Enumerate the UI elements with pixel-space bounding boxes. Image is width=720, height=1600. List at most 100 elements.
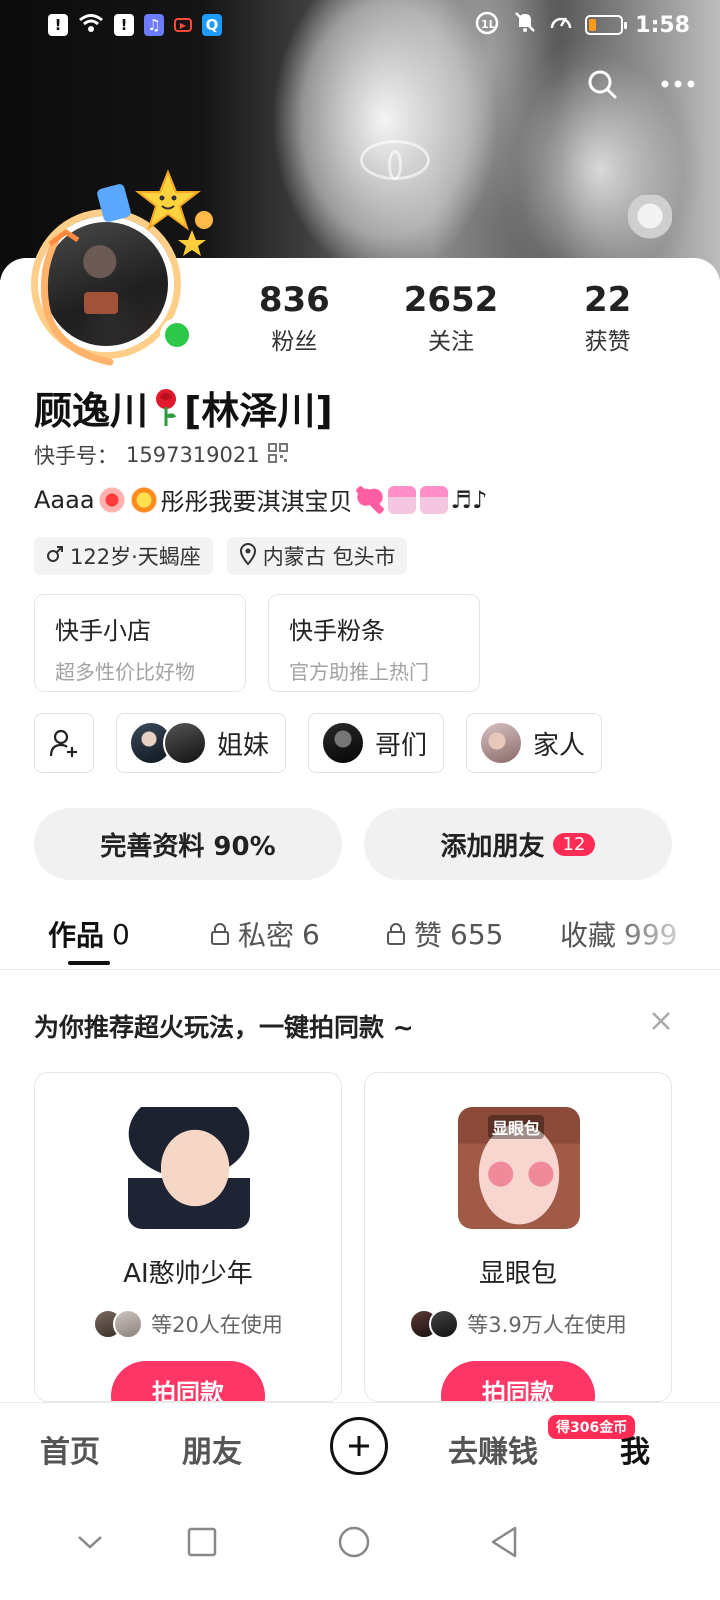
group-label: 姐妹 <box>217 730 270 761</box>
group-family[interactable]: 家人 <box>466 713 603 773</box>
close-icon[interactable] <box>646 1006 676 1036</box>
tag-age-zodiac: 122岁·天蝎座 <box>34 537 213 575</box>
card-title: 快手粉条 <box>289 617 385 645</box>
user-id-row[interactable]: 快手号： 1597319021 <box>34 440 288 470</box>
qr-code-icon[interactable] <box>267 442 288 468</box>
search-app-icon: Q <box>202 14 222 36</box>
kuaishou-promote-card[interactable]: 快手粉条 官方助推上热门 <box>268 594 480 692</box>
name-part: 顾逸川 <box>34 388 149 433</box>
back-icon[interactable] <box>484 1522 524 1562</box>
more-icon[interactable] <box>660 66 696 102</box>
tab-likes[interactable]: 赞 655 <box>386 914 503 954</box>
avatar <box>429 1309 460 1339</box>
recent-apps-icon[interactable] <box>182 1522 222 1562</box>
tag-text: 122岁·天蝎座 <box>70 545 201 569</box>
recommend-card[interactable]: 显眼包 显眼包 等3.9万人在使用 拍同款 <box>364 1072 672 1402</box>
nav-friends[interactable]: 朋友 <box>182 1427 242 1471</box>
nav-home[interactable]: 首页 <box>40 1427 100 1471</box>
tab-label: 赞 <box>414 919 443 952</box>
tab-works[interactable]: 作品 0 <box>48 914 130 954</box>
stat-label: 关注 <box>428 329 474 355</box>
group-label: 家人 <box>533 730 586 761</box>
music-app-icon: ♫ <box>144 14 164 36</box>
group-label: 哥们 <box>375 730 428 761</box>
cover-decoration <box>388 150 402 180</box>
alert-icon: ! <box>48 14 68 36</box>
castle-emoji-icon <box>419 485 448 514</box>
shoot-same-button[interactable]: 拍同款 <box>111 1361 265 1401</box>
plus-icon <box>349 1436 369 1456</box>
content-tabs: 作品 0 私密 6 赞 655 收藏 999 <box>0 900 720 970</box>
speed-icon <box>549 10 573 40</box>
active-tab-indicator <box>68 961 110 965</box>
hide-keyboard-icon[interactable] <box>70 1522 110 1562</box>
stat-likes[interactable]: 22 获赞 <box>529 280 686 360</box>
add-friends-button[interactable]: 添加朋友 12 <box>364 808 672 880</box>
bio-text: 彤彤我要淇淇宝贝 <box>160 488 353 516</box>
create-button[interactable] <box>330 1417 388 1475</box>
card-title: 快手小店 <box>55 617 151 645</box>
rose-icon <box>150 387 182 427</box>
effect-thumbnail: 显眼包 <box>458 1107 580 1229</box>
profile-name: 顾逸川 [林泽川] <box>34 382 333 433</box>
stat-label: 粉丝 <box>271 329 318 355</box>
avatar <box>479 721 524 765</box>
tab-label: 私密 <box>238 919 295 952</box>
nav-me[interactable]: 我 <box>620 1427 650 1471</box>
recommend-card[interactable]: AI憨帅少年 等20人在使用 拍同款 <box>34 1072 342 1402</box>
alert-icon: ! <box>114 14 134 36</box>
location-icon <box>239 542 257 570</box>
castle-emoji-icon <box>387 485 416 514</box>
tabs-fade-overlay <box>610 900 720 968</box>
tab-count: 6 <box>302 917 320 951</box>
home-icon[interactable] <box>334 1522 374 1562</box>
male-icon <box>46 544 64 568</box>
card-subtitle: 超多性价比好物 <box>55 660 195 684</box>
bio-text: Aaaa <box>34 485 95 514</box>
kuaishou-shop-card[interactable]: 快手小店 超多性价比好物 <box>34 594 246 692</box>
tab-label: 作品 <box>48 919 105 952</box>
button-label: 添加朋友 <box>440 831 545 862</box>
status-right-icons: 1L 1:58 <box>475 10 690 40</box>
stat-value: 22 <box>584 280 632 320</box>
id-label: 快手号： <box>34 444 118 468</box>
clock: 1:58 <box>635 12 690 38</box>
stat-following[interactable]: 2652 关注 <box>373 280 530 360</box>
nav-earn[interactable]: 去赚钱 <box>448 1427 538 1471</box>
add-group-button[interactable] <box>34 713 94 773</box>
system-nav-bar <box>0 1492 720 1600</box>
video-app-icon: ▶ <box>174 18 192 32</box>
tag-text: 内蒙古 包头市 <box>262 545 396 569</box>
tab-label: 收藏 <box>560 919 617 952</box>
bottom-nav: 首页 朋友 去赚钱 得306金币 我 <box>0 1402 720 1492</box>
group-brothers[interactable]: 哥们 <box>308 713 445 773</box>
recommend-cards: AI憨帅少年 等20人在使用 拍同款 显眼包 显眼包 等3.9万人在使用 拍同款 <box>34 1072 672 1402</box>
network-badge-text: 1L <box>481 18 496 31</box>
effect-name: AI憨帅少年 <box>123 1259 253 1289</box>
status-left-icons: ! ! ♫ ▶ Q <box>48 12 222 38</box>
avatar-frame-ring <box>40 228 206 366</box>
complete-profile-button[interactable]: 完善资料 90% <box>34 808 342 880</box>
heart-emoji-icon <box>355 485 384 514</box>
recommend-title: 为你推荐超火玩法，一键拍同款 ~ <box>34 1013 414 1042</box>
effect-name: 显眼包 <box>478 1259 557 1289</box>
user-avatars <box>93 1309 144 1339</box>
tab-private[interactable]: 私密 6 <box>210 914 320 954</box>
mute-bell-icon <box>513 10 537 40</box>
group-sisters[interactable]: 姐妹 <box>116 713 287 773</box>
id-value: 1597319021 <box>126 443 260 467</box>
users-count: 等20人在使用 <box>151 1313 283 1337</box>
header-actions <box>584 66 696 102</box>
battery-icon <box>585 15 628 35</box>
stat-value: 836 <box>258 280 330 320</box>
profile-bio: Aaaa 彤彤我要淇淇宝贝 ♬♪ <box>34 482 487 517</box>
tab-count: 655 <box>450 917 504 951</box>
user-avatars <box>409 1309 460 1339</box>
search-icon[interactable] <box>584 66 620 102</box>
stat-fans[interactable]: 836 粉丝 <box>216 280 373 360</box>
tab-count: 0 <box>112 917 130 951</box>
shoot-same-button[interactable]: 拍同款 <box>441 1361 595 1401</box>
music-notes: ♬♪ <box>450 485 488 514</box>
group-avatars <box>129 721 207 765</box>
users-count: 等3.9万人在使用 <box>467 1313 627 1337</box>
